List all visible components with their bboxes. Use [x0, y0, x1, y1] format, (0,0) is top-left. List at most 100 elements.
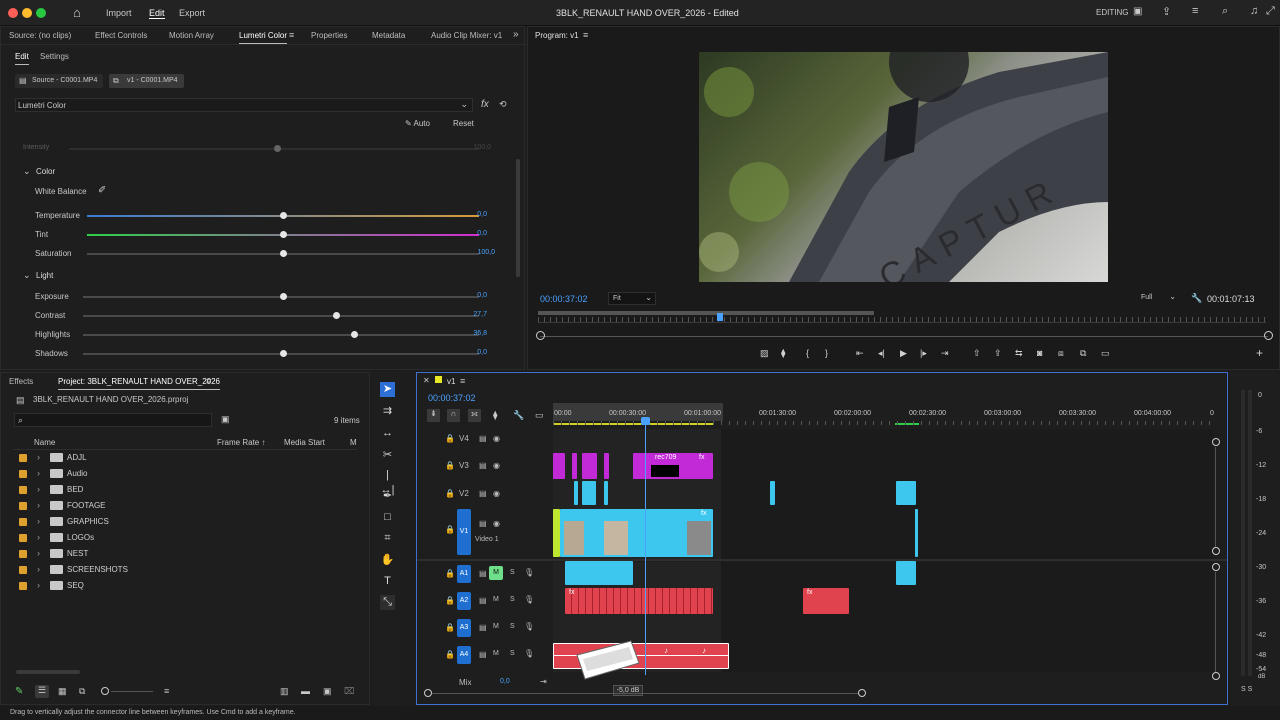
sync-lock-icon[interactable]: ▤	[479, 623, 487, 632]
bin-row[interactable]: › LOGOs	[15, 530, 355, 546]
exposure-knob[interactable]	[280, 293, 287, 300]
hand-tool-icon[interactable]: ✋	[380, 553, 395, 568]
tab-lumetri-color[interactable]: Lumetri Color	[239, 31, 288, 44]
bin-row[interactable]: › SCREENSHOTS	[15, 562, 355, 578]
track-target-a4[interactable]: A4	[457, 646, 471, 664]
zoom-scroll-handle-left[interactable]	[536, 331, 545, 340]
track-select-tool-icon[interactable]: ⇉	[380, 404, 395, 419]
program-video-frame[interactable]: CAPTUR	[699, 52, 1108, 282]
saturation-slider[interactable]: Saturation 100,0	[1, 247, 521, 261]
auto-button[interactable]: ✎ Auto	[405, 119, 430, 128]
vscroll-handle[interactable]	[1212, 438, 1220, 446]
lock-icon[interactable]: 🔒	[445, 623, 455, 632]
microphone-icon[interactable]: 🎙	[524, 649, 534, 658]
add-marker-icon[interactable]: ⧫	[781, 348, 785, 359]
saturation-value[interactable]: 100,0	[477, 249, 495, 256]
more-tabs-icon[interactable]: »	[513, 29, 519, 40]
add-marker-icon[interactable]: ⧫	[493, 410, 497, 421]
column-frame-rate[interactable]: Frame Rate ↑	[217, 438, 265, 447]
microphone-icon[interactable]: 🎙	[524, 595, 534, 604]
tint-value[interactable]: 0,0	[477, 230, 487, 237]
track-header-v3[interactable]: 🔒 V3 ▤ ◉	[417, 456, 552, 476]
mute-button[interactable]: M	[493, 650, 499, 657]
tab-effect-controls[interactable]: Effect Controls	[95, 31, 147, 40]
new-item-icon[interactable]: ▣	[323, 686, 332, 697]
contrast-value[interactable]: 27,7	[473, 311, 487, 318]
insert-icon[interactable]: ▨	[760, 348, 769, 359]
program-timecode[interactable]: 00:00:37:02	[540, 294, 588, 304]
exposure-slider[interactable]: Exposure 0,0	[1, 290, 521, 304]
zoom-scroll-handle-right[interactable]	[1264, 331, 1273, 340]
go-to-out-icon[interactable]: ⇥	[941, 348, 949, 359]
microphone-icon[interactable]: 🎙	[524, 622, 534, 631]
temperature-value[interactable]: 0,0	[477, 211, 487, 218]
timeline-timecode[interactable]: 00:00:37:02	[428, 393, 476, 403]
bin-row[interactable]: › BED	[15, 482, 355, 498]
minimize-window-button[interactable]	[22, 8, 32, 18]
extract-icon[interactable]: ⇪	[994, 348, 1002, 359]
column-name[interactable]: Name	[34, 438, 55, 447]
bin-row[interactable]: › NEST	[15, 546, 355, 562]
chevron-right-icon[interactable]: ›	[37, 452, 40, 462]
mix-nav-icon[interactable]: ⇥	[540, 677, 547, 686]
highlights-slider[interactable]: Highlights 36,8	[1, 328, 521, 342]
vscroll-handle[interactable]	[1212, 563, 1220, 571]
zoom-slider-handle[interactable]	[101, 687, 109, 695]
color-section-title[interactable]: Color	[36, 167, 55, 176]
label-color[interactable]	[19, 502, 27, 510]
graphic-clip[interactable]	[582, 453, 597, 479]
go-to-in-icon[interactable]: ⇤	[856, 348, 864, 359]
highlights-value[interactable]: 36,8	[473, 330, 487, 337]
sync-lock-icon[interactable]: ▤	[479, 519, 487, 528]
label-color[interactable]	[19, 566, 27, 574]
type-tool-icon[interactable]: T	[380, 574, 395, 589]
eye-icon[interactable]: ◉	[493, 434, 500, 443]
fx-badge[interactable]: fx	[569, 589, 574, 596]
track-header-v1[interactable]: 🔒 V1 ▤ ◉ Video 1	[417, 507, 552, 557]
menu-export[interactable]: Export	[179, 8, 205, 18]
tab-properties[interactable]: Properties	[311, 31, 347, 40]
ripple-edit-tool-icon[interactable]: ↔	[380, 426, 395, 441]
sync-lock-icon[interactable]: ▤	[479, 461, 487, 470]
bin-row[interactable]: › ADJL	[15, 450, 355, 466]
track-header-v2[interactable]: 🔒 V2 ▤ ◉	[417, 484, 552, 504]
label-color[interactable]	[19, 550, 27, 558]
color-section-chevron-icon[interactable]: ⌄	[23, 166, 31, 177]
hscroll-handle[interactable]	[424, 689, 432, 697]
shadows-knob[interactable]	[280, 350, 287, 357]
mute-button-active[interactable]: M	[489, 566, 503, 580]
pen-tool-icon[interactable]: ✒	[380, 489, 395, 504]
microphone-icon[interactable]: 🎙	[524, 568, 534, 577]
video-clip[interactable]	[574, 481, 578, 505]
reset-button[interactable]: Reset	[453, 119, 474, 128]
track-header-a3[interactable]: 🔒 A3 ▤ M S 🎙	[417, 617, 552, 639]
graphic-clip[interactable]	[604, 453, 609, 479]
shadows-value[interactable]: 0,0	[477, 349, 487, 356]
export-frame-icon[interactable]: ◙	[1037, 348, 1042, 358]
chevron-right-icon[interactable]: ›	[37, 548, 40, 558]
lock-icon[interactable]: 🔒	[445, 596, 455, 605]
program-playhead[interactable]	[717, 313, 723, 321]
menu-edit[interactable]: Edit	[149, 8, 165, 19]
program-menu-icon[interactable]: ≡	[583, 30, 588, 40]
label-color[interactable]	[19, 582, 27, 590]
track-header-a2[interactable]: 🔒 A2 ▤ M S 🎙	[417, 590, 552, 612]
tint-slider[interactable]: Tint 0,0	[1, 228, 521, 242]
track-target-a2[interactable]: A2	[457, 592, 471, 610]
track-target-a3[interactable]: A3	[457, 619, 471, 637]
lock-icon[interactable]: 🔒	[445, 461, 455, 470]
lock-icon[interactable]: 🔒	[445, 650, 455, 659]
lock-icon[interactable]: 🔒	[445, 525, 455, 534]
audio-clip[interactable]: fx	[565, 588, 713, 614]
vscroll-handle[interactable]	[1212, 672, 1220, 680]
label-color[interactable]	[19, 470, 27, 478]
sequence-tab[interactable]: v1	[447, 377, 455, 386]
mix-track[interactable]: Mix 0,0 ⇥	[417, 675, 552, 689]
sync-lock-icon[interactable]: ▤	[479, 489, 487, 498]
fx-badge[interactable]: fx	[701, 510, 706, 517]
eye-icon[interactable]: ◉	[493, 519, 500, 528]
timeline-settings-icon[interactable]: 🔧	[513, 410, 524, 421]
search-icon[interactable]: ⌕	[1222, 5, 1228, 18]
chevron-right-icon[interactable]: ›	[37, 564, 40, 574]
snap-icon[interactable]: ∩	[447, 409, 460, 422]
